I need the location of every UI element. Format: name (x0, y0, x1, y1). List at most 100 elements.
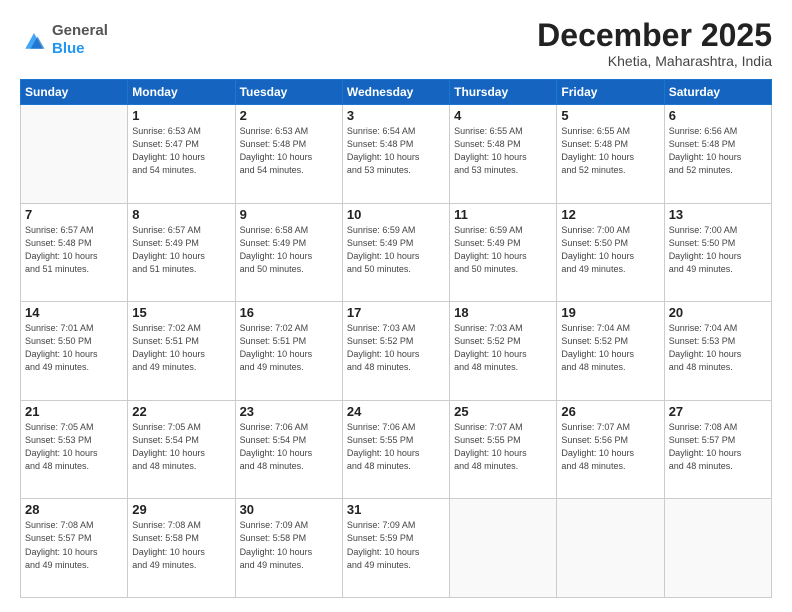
day-info: Sunrise: 6:57 AM Sunset: 5:48 PM Dayligh… (25, 224, 123, 276)
calendar-cell: 1 Sunrise: 6:53 AM Sunset: 5:47 PM Daylig… (128, 105, 235, 204)
calendar-week-row-1: 1 Sunrise: 6:53 AM Sunset: 5:47 PM Daylig… (21, 105, 772, 204)
calendar-table: Sunday Monday Tuesday Wednesday Thursday… (20, 79, 772, 598)
day-number: 31 (347, 502, 445, 517)
calendar-cell: 21 Sunrise: 7:05 AM Sunset: 5:53 PM Dayli… (21, 400, 128, 499)
day-info: Sunrise: 7:08 AM Sunset: 5:57 PM Dayligh… (669, 421, 767, 473)
calendar-cell (21, 105, 128, 204)
calendar-cell (557, 499, 664, 598)
day-number: 4 (454, 108, 552, 123)
col-saturday: Saturday (664, 80, 771, 105)
title-block: December 2025 Khetia, Maharashtra, India (537, 18, 772, 69)
day-info: Sunrise: 6:53 AM Sunset: 5:48 PM Dayligh… (240, 125, 338, 177)
day-info: Sunrise: 7:08 AM Sunset: 5:57 PM Dayligh… (25, 519, 123, 571)
day-number: 13 (669, 207, 767, 222)
calendar-cell: 31 Sunrise: 7:09 AM Sunset: 5:59 PM Dayli… (342, 499, 449, 598)
day-number: 5 (561, 108, 659, 123)
header: General Blue December 2025 Khetia, Mahar… (20, 18, 772, 69)
day-info: Sunrise: 7:06 AM Sunset: 5:55 PM Dayligh… (347, 421, 445, 473)
calendar-cell: 30 Sunrise: 7:09 AM Sunset: 5:58 PM Dayli… (235, 499, 342, 598)
col-friday: Friday (557, 80, 664, 105)
calendar-cell: 14Sunrise: 7:01 AM Sunset: 5:50 PM Dayli… (21, 302, 128, 401)
day-info: Sunrise: 7:08 AM Sunset: 5:58 PM Dayligh… (132, 519, 230, 571)
day-number: 20 (669, 305, 767, 320)
calendar-cell: 11 Sunrise: 6:59 AM Sunset: 5:49 PM Dayli… (450, 203, 557, 302)
page: General Blue December 2025 Khetia, Mahar… (0, 0, 792, 612)
day-number: 1 (132, 108, 230, 123)
day-info: Sunrise: 6:59 AM Sunset: 5:49 PM Dayligh… (454, 224, 552, 276)
month-title: December 2025 (537, 18, 772, 53)
day-number: 7 (25, 207, 123, 222)
calendar-header-row: Sunday Monday Tuesday Wednesday Thursday… (21, 80, 772, 105)
day-info: Sunrise: 7:04 AM Sunset: 5:53 PM Dayligh… (669, 322, 767, 374)
day-info: Sunrise: 7:00 AM Sunset: 5:50 PM Dayligh… (669, 224, 767, 276)
calendar-cell (450, 499, 557, 598)
col-sunday: Sunday (21, 80, 128, 105)
day-number: 2 (240, 108, 338, 123)
day-info: Sunrise: 7:02 AM Sunset: 5:51 PM Dayligh… (240, 322, 338, 374)
calendar-cell: 27 Sunrise: 7:08 AM Sunset: 5:57 PM Dayli… (664, 400, 771, 499)
logo-icon (20, 26, 48, 54)
day-number: 9 (240, 207, 338, 222)
calendar-cell: 26Sunrise: 7:07 AM Sunset: 5:56 PM Dayli… (557, 400, 664, 499)
day-number: 26 (561, 404, 659, 419)
day-info: Sunrise: 6:56 AM Sunset: 5:48 PM Dayligh… (669, 125, 767, 177)
calendar-cell: 29 Sunrise: 7:08 AM Sunset: 5:58 PM Dayli… (128, 499, 235, 598)
calendar-cell: 6 Sunrise: 6:56 AM Sunset: 5:48 PM Daylig… (664, 105, 771, 204)
calendar-week-row-2: 7 Sunrise: 6:57 AM Sunset: 5:48 PM Daylig… (21, 203, 772, 302)
day-number: 8 (132, 207, 230, 222)
day-info: Sunrise: 6:55 AM Sunset: 5:48 PM Dayligh… (454, 125, 552, 177)
day-info: Sunrise: 7:04 AM Sunset: 5:52 PM Dayligh… (561, 322, 659, 374)
calendar-cell: 5 Sunrise: 6:55 AM Sunset: 5:48 PM Daylig… (557, 105, 664, 204)
day-info: Sunrise: 6:55 AM Sunset: 5:48 PM Dayligh… (561, 125, 659, 177)
day-info: Sunrise: 7:09 AM Sunset: 5:59 PM Dayligh… (347, 519, 445, 571)
col-tuesday: Tuesday (235, 80, 342, 105)
day-number: 17 (347, 305, 445, 320)
day-number: 24 (347, 404, 445, 419)
logo-general: General (52, 22, 108, 39)
logo: General Blue (20, 22, 108, 58)
calendar-cell: 12Sunrise: 7:00 AM Sunset: 5:50 PM Dayli… (557, 203, 664, 302)
day-info: Sunrise: 7:06 AM Sunset: 5:54 PM Dayligh… (240, 421, 338, 473)
day-info: Sunrise: 6:54 AM Sunset: 5:48 PM Dayligh… (347, 125, 445, 177)
calendar-cell: 15 Sunrise: 7:02 AM Sunset: 5:51 PM Dayli… (128, 302, 235, 401)
day-number: 30 (240, 502, 338, 517)
day-info: Sunrise: 6:58 AM Sunset: 5:49 PM Dayligh… (240, 224, 338, 276)
calendar-cell: 20 Sunrise: 7:04 AM Sunset: 5:53 PM Dayli… (664, 302, 771, 401)
calendar-cell: 28Sunrise: 7:08 AM Sunset: 5:57 PM Dayli… (21, 499, 128, 598)
calendar-cell: 3 Sunrise: 6:54 AM Sunset: 5:48 PM Daylig… (342, 105, 449, 204)
day-info: Sunrise: 6:53 AM Sunset: 5:47 PM Dayligh… (132, 125, 230, 177)
day-info: Sunrise: 7:03 AM Sunset: 5:52 PM Dayligh… (347, 322, 445, 374)
col-thursday: Thursday (450, 80, 557, 105)
day-number: 10 (347, 207, 445, 222)
calendar-cell: 10Sunrise: 6:59 AM Sunset: 5:49 PM Dayli… (342, 203, 449, 302)
calendar-cell: 25Sunrise: 7:07 AM Sunset: 5:55 PM Dayli… (450, 400, 557, 499)
calendar-week-row-3: 14Sunrise: 7:01 AM Sunset: 5:50 PM Dayli… (21, 302, 772, 401)
day-number: 3 (347, 108, 445, 123)
day-info: Sunrise: 7:09 AM Sunset: 5:58 PM Dayligh… (240, 519, 338, 571)
day-number: 16 (240, 305, 338, 320)
day-number: 15 (132, 305, 230, 320)
day-number: 22 (132, 404, 230, 419)
day-info: Sunrise: 7:03 AM Sunset: 5:52 PM Dayligh… (454, 322, 552, 374)
calendar-cell: 13 Sunrise: 7:00 AM Sunset: 5:50 PM Dayli… (664, 203, 771, 302)
day-number: 11 (454, 207, 552, 222)
day-number: 21 (25, 404, 123, 419)
location-subtitle: Khetia, Maharashtra, India (537, 53, 772, 69)
day-number: 6 (669, 108, 767, 123)
day-info: Sunrise: 7:05 AM Sunset: 5:54 PM Dayligh… (132, 421, 230, 473)
calendar-cell: 24 Sunrise: 7:06 AM Sunset: 5:55 PM Dayli… (342, 400, 449, 499)
col-wednesday: Wednesday (342, 80, 449, 105)
logo-blue: Blue (52, 40, 85, 57)
day-number: 27 (669, 404, 767, 419)
day-number: 19 (561, 305, 659, 320)
calendar-cell (664, 499, 771, 598)
calendar-cell: 23Sunrise: 7:06 AM Sunset: 5:54 PM Dayli… (235, 400, 342, 499)
calendar-cell: 7 Sunrise: 6:57 AM Sunset: 5:48 PM Daylig… (21, 203, 128, 302)
day-info: Sunrise: 7:07 AM Sunset: 5:55 PM Dayligh… (454, 421, 552, 473)
day-info: Sunrise: 7:05 AM Sunset: 5:53 PM Dayligh… (25, 421, 123, 473)
day-info: Sunrise: 7:02 AM Sunset: 5:51 PM Dayligh… (132, 322, 230, 374)
calendar-cell: 22 Sunrise: 7:05 AM Sunset: 5:54 PM Dayli… (128, 400, 235, 499)
calendar-cell: 9 Sunrise: 6:58 AM Sunset: 5:49 PM Daylig… (235, 203, 342, 302)
day-number: 29 (132, 502, 230, 517)
day-number: 12 (561, 207, 659, 222)
